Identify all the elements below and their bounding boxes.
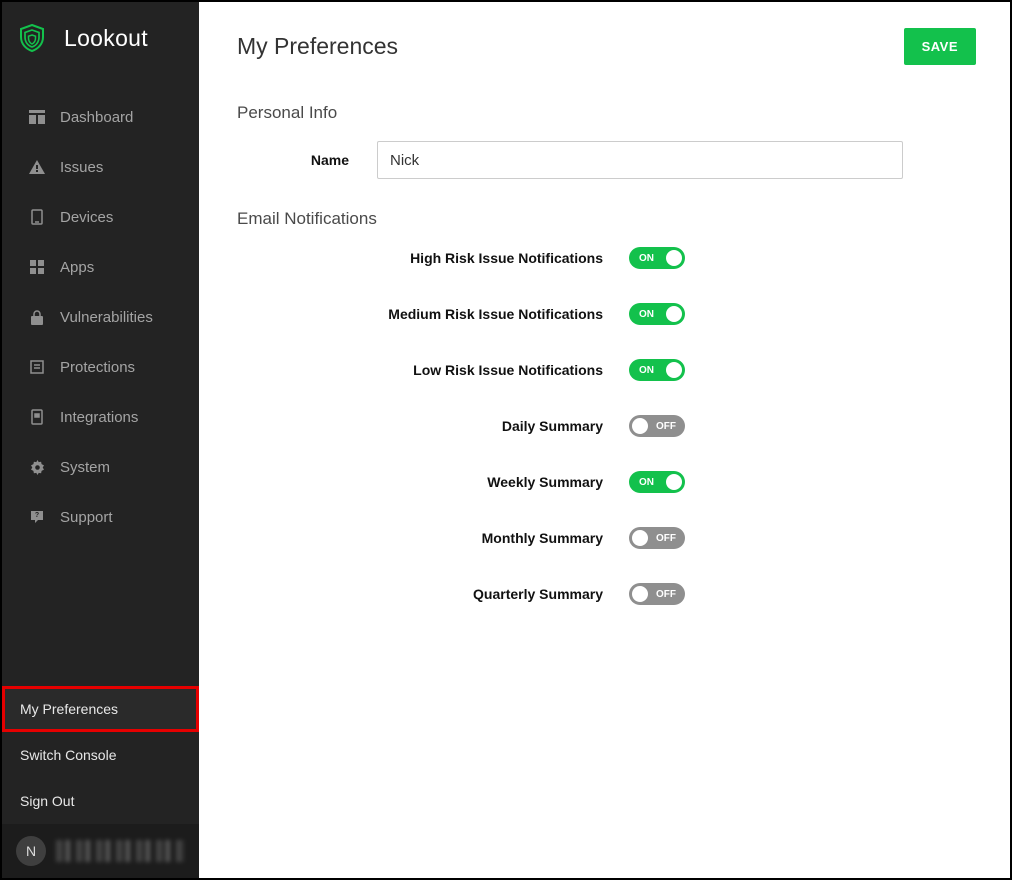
sidebar-item-label: System: [60, 459, 110, 476]
toggle-state-label: OFF: [656, 421, 676, 432]
name-input[interactable]: [377, 141, 903, 179]
main-content: My Preferences SAVE Personal Info Name E…: [199, 2, 1010, 878]
integrations-icon: [28, 408, 46, 426]
apps-icon: [28, 258, 46, 276]
toggle-knob: [632, 530, 648, 546]
page-header: My Preferences SAVE: [237, 28, 976, 65]
notification-label: High Risk Issue Notifications: [237, 250, 629, 266]
page-title: My Preferences: [237, 33, 398, 60]
main-nav: Dashboard Issues Devices Apps Vulnerabil…: [2, 74, 199, 686]
toggle-knob: [666, 250, 682, 266]
toggle-switch[interactable]: OFF: [629, 415, 685, 437]
sidebar-item-system[interactable]: System: [2, 442, 199, 492]
brand-name: Lookout: [64, 25, 148, 52]
toggle-knob: [666, 474, 682, 490]
toggle-switch[interactable]: ON: [629, 247, 685, 269]
toggle-knob: [632, 586, 648, 602]
notification-label: Low Risk Issue Notifications: [237, 362, 629, 378]
toggle-knob: [632, 418, 648, 434]
shield-icon: [24, 24, 50, 52]
notification-label: Monthly Summary: [237, 530, 629, 546]
notification-label: Quarterly Summary: [237, 586, 629, 602]
sidebar-item-devices[interactable]: Devices: [2, 192, 199, 242]
sidebar-item-integrations[interactable]: Integrations: [2, 392, 199, 442]
dashboard-icon: [28, 108, 46, 126]
sidebar-item-support[interactable]: ? Support: [2, 492, 199, 542]
svg-text:?: ?: [35, 512, 39, 519]
sidebar-item-protections[interactable]: Protections: [2, 342, 199, 392]
footer-item-my-preferences[interactable]: My Preferences: [2, 686, 199, 732]
sidebar-item-label: Vulnerabilities: [60, 309, 153, 326]
toggle-state-label: OFF: [656, 589, 676, 600]
sidebar: Lookout Dashboard Issues Devices Apps: [2, 2, 199, 878]
notification-label: Medium Risk Issue Notifications: [237, 306, 629, 322]
toggle-state-label: ON: [639, 253, 654, 264]
warning-icon: [28, 158, 46, 176]
sidebar-item-label: Protections: [60, 359, 135, 376]
toggle-knob: [666, 362, 682, 378]
save-button[interactable]: SAVE: [904, 28, 976, 65]
footer-label: Sign Out: [20, 793, 74, 809]
sidebar-item-label: Support: [60, 509, 113, 526]
toggle-switch[interactable]: ON: [629, 359, 685, 381]
email-notifications-section: Email Notifications High Risk Issue Noti…: [237, 209, 976, 605]
user-name-redacted: [56, 840, 185, 862]
sidebar-item-dashboard[interactable]: Dashboard: [2, 92, 199, 142]
list-icon: [28, 358, 46, 376]
toggle-knob: [666, 306, 682, 322]
sidebar-item-label: Integrations: [60, 409, 138, 426]
toggle-switch[interactable]: OFF: [629, 583, 685, 605]
toggle-switch[interactable]: OFF: [629, 527, 685, 549]
notification-row: Daily Summary OFF: [237, 415, 976, 437]
gear-icon: [28, 458, 46, 476]
toggle-state-label: ON: [639, 365, 654, 376]
sidebar-item-label: Apps: [60, 259, 94, 276]
footer-item-switch-console[interactable]: Switch Console: [2, 732, 199, 778]
toggle-state-label: ON: [639, 309, 654, 320]
footer-label: My Preferences: [20, 701, 118, 717]
notification-row: Monthly Summary OFF: [237, 527, 976, 549]
avatar: N: [16, 836, 46, 866]
toggle-switch[interactable]: ON: [629, 303, 685, 325]
notification-row: High Risk Issue Notifications ON: [237, 247, 976, 269]
sidebar-item-label: Devices: [60, 209, 113, 226]
personal-info-section: Personal Info Name: [237, 103, 976, 179]
name-row: Name: [237, 141, 976, 179]
sidebar-item-issues[interactable]: Issues: [2, 142, 199, 192]
section-title: Email Notifications: [237, 209, 976, 229]
toggle-state-label: ON: [639, 477, 654, 488]
notification-row: Low Risk Issue Notifications ON: [237, 359, 976, 381]
notification-label: Weekly Summary: [237, 474, 629, 490]
sidebar-item-label: Dashboard: [60, 109, 133, 126]
footer-user[interactable]: N: [2, 824, 199, 878]
lock-icon: [28, 308, 46, 326]
sidebar-item-label: Issues: [60, 159, 103, 176]
footer-label: Switch Console: [20, 747, 117, 763]
sidebar-item-vulnerabilities[interactable]: Vulnerabilities: [2, 292, 199, 342]
support-icon: ?: [28, 508, 46, 526]
toggle-state-label: OFF: [656, 533, 676, 544]
sidebar-item-apps[interactable]: Apps: [2, 242, 199, 292]
notification-label: Daily Summary: [237, 418, 629, 434]
logo[interactable]: Lookout: [2, 2, 199, 74]
avatar-initial: N: [26, 843, 36, 859]
toggle-switch[interactable]: ON: [629, 471, 685, 493]
device-icon: [28, 208, 46, 226]
notification-row: Weekly Summary ON: [237, 471, 976, 493]
notification-row: Medium Risk Issue Notifications ON: [237, 303, 976, 325]
section-title: Personal Info: [237, 103, 976, 123]
footer-nav: My Preferences Switch Console Sign Out N: [2, 686, 199, 878]
name-label: Name: [237, 152, 377, 168]
notification-row: Quarterly Summary OFF: [237, 583, 976, 605]
footer-item-sign-out[interactable]: Sign Out: [2, 778, 199, 824]
